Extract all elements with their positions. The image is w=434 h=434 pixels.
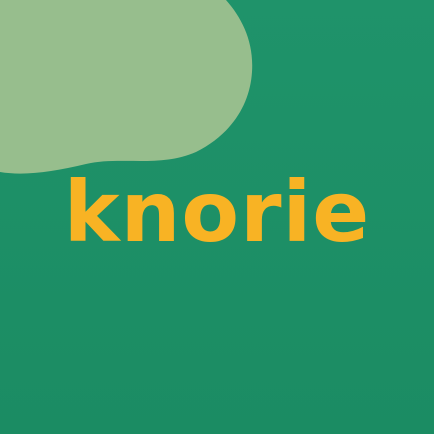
brand-logo-text: knorie	[63, 163, 371, 261]
app-icon: knorie	[0, 0, 434, 434]
